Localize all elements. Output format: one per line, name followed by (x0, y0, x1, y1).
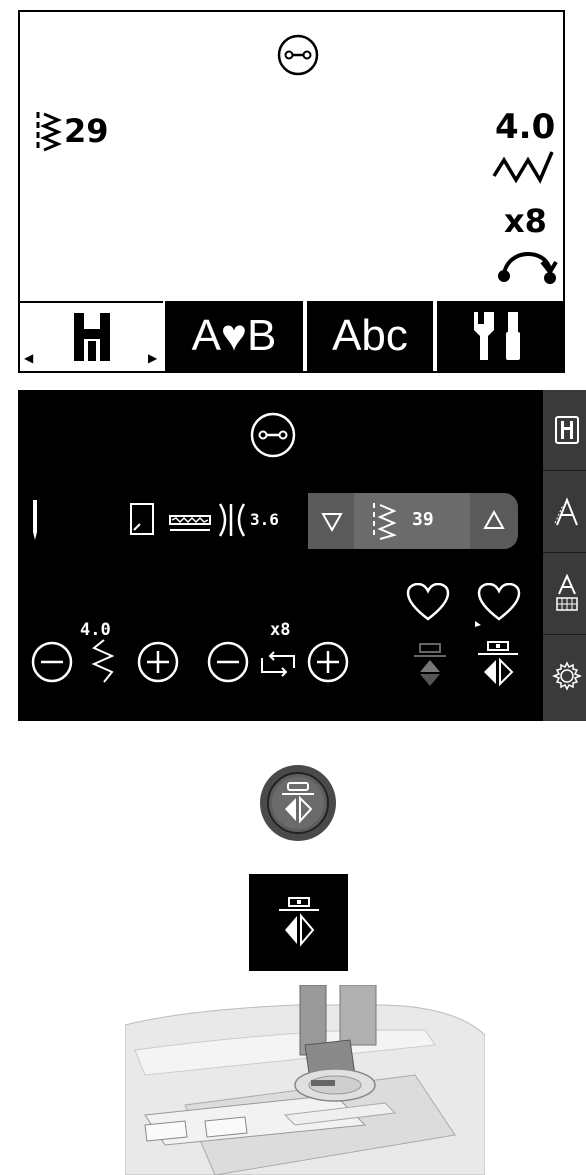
touchscreen-panel: 3.6 39 4.0 x8 (18, 390, 586, 721)
zigzag-width-icon (492, 151, 554, 184)
arrow-left-icon[interactable]: ◀ (24, 351, 33, 365)
repeat-arc-icon (498, 252, 558, 284)
sidebar-presser-foot[interactable] (543, 390, 586, 471)
mirror-end-to-end-icon (279, 897, 319, 947)
save-heart-icon[interactable] (473, 583, 521, 627)
stitch-length-value: 3.6 (250, 510, 279, 529)
sidebar-font[interactable] (543, 472, 586, 553)
mirror-hardware-button[interactable] (258, 763, 338, 843)
width-plus-button[interactable] (136, 640, 180, 684)
width-value: 4.0 (80, 620, 111, 640)
font-a-icon (554, 497, 578, 526)
lcd-panel: 29 4.0 x8 ◀ ▶ A♥B Abc (18, 10, 565, 373)
stitch-selector: 39 (308, 493, 518, 549)
zigzag-width-icon (91, 639, 115, 683)
mirror-icon-tile (249, 874, 348, 971)
stitch-symbol-icon (36, 112, 62, 152)
sewing-machine-illustration (125, 985, 485, 1175)
presser-foot-icon (73, 313, 110, 361)
tab-presser-foot[interactable]: ◀ ▶ (20, 301, 163, 371)
stitch-length-icon (218, 503, 246, 537)
arrow-right-icon[interactable]: ▶ (148, 351, 157, 365)
sidebar-font-keyboard[interactable] (543, 554, 586, 635)
font-keyboard-icon (556, 574, 578, 611)
sidebar-settings[interactable] (543, 636, 586, 716)
stitch-number: 29 (64, 112, 109, 150)
repeat-loop-icon (261, 651, 295, 677)
stitch-number: 39 (412, 509, 434, 530)
tab-font[interactable]: Abc (305, 301, 433, 371)
width-minus-button[interactable] (30, 640, 74, 684)
stitch-width-value: 4.0 (495, 107, 556, 147)
fabric-thickness-icon (169, 515, 211, 531)
tab-decorative[interactable]: A♥B (165, 301, 303, 371)
stitch-up-button[interactable] (482, 509, 506, 533)
presser-foot-icon (555, 416, 579, 444)
buttonhole-icon (277, 34, 319, 76)
stitch-selected[interactable]: 39 (354, 493, 470, 549)
repeat-minus-button[interactable] (206, 640, 250, 684)
stitch-down-button[interactable] (320, 509, 344, 533)
repeat-value: x8 (270, 620, 291, 640)
mirror-end-to-end-icon[interactable] (478, 640, 518, 688)
stitch-symbol-icon (373, 503, 397, 540)
tab-bar: ◀ ▶ A♥B Abc (20, 301, 563, 371)
repeat-plus-button[interactable] (306, 640, 350, 684)
settings-gear-icon (552, 661, 582, 691)
tools-icon (474, 312, 520, 360)
favorite-heart-icon[interactable] (406, 583, 450, 623)
repeat-count: x8 (504, 202, 547, 240)
presser-foot-sensor-icon (130, 503, 154, 535)
buttonhole-icon (250, 412, 296, 458)
sidebar (543, 390, 586, 721)
needle-stop-down-icon[interactable] (414, 642, 446, 686)
tab-settings[interactable] (435, 301, 563, 371)
needle-icon (33, 500, 37, 540)
